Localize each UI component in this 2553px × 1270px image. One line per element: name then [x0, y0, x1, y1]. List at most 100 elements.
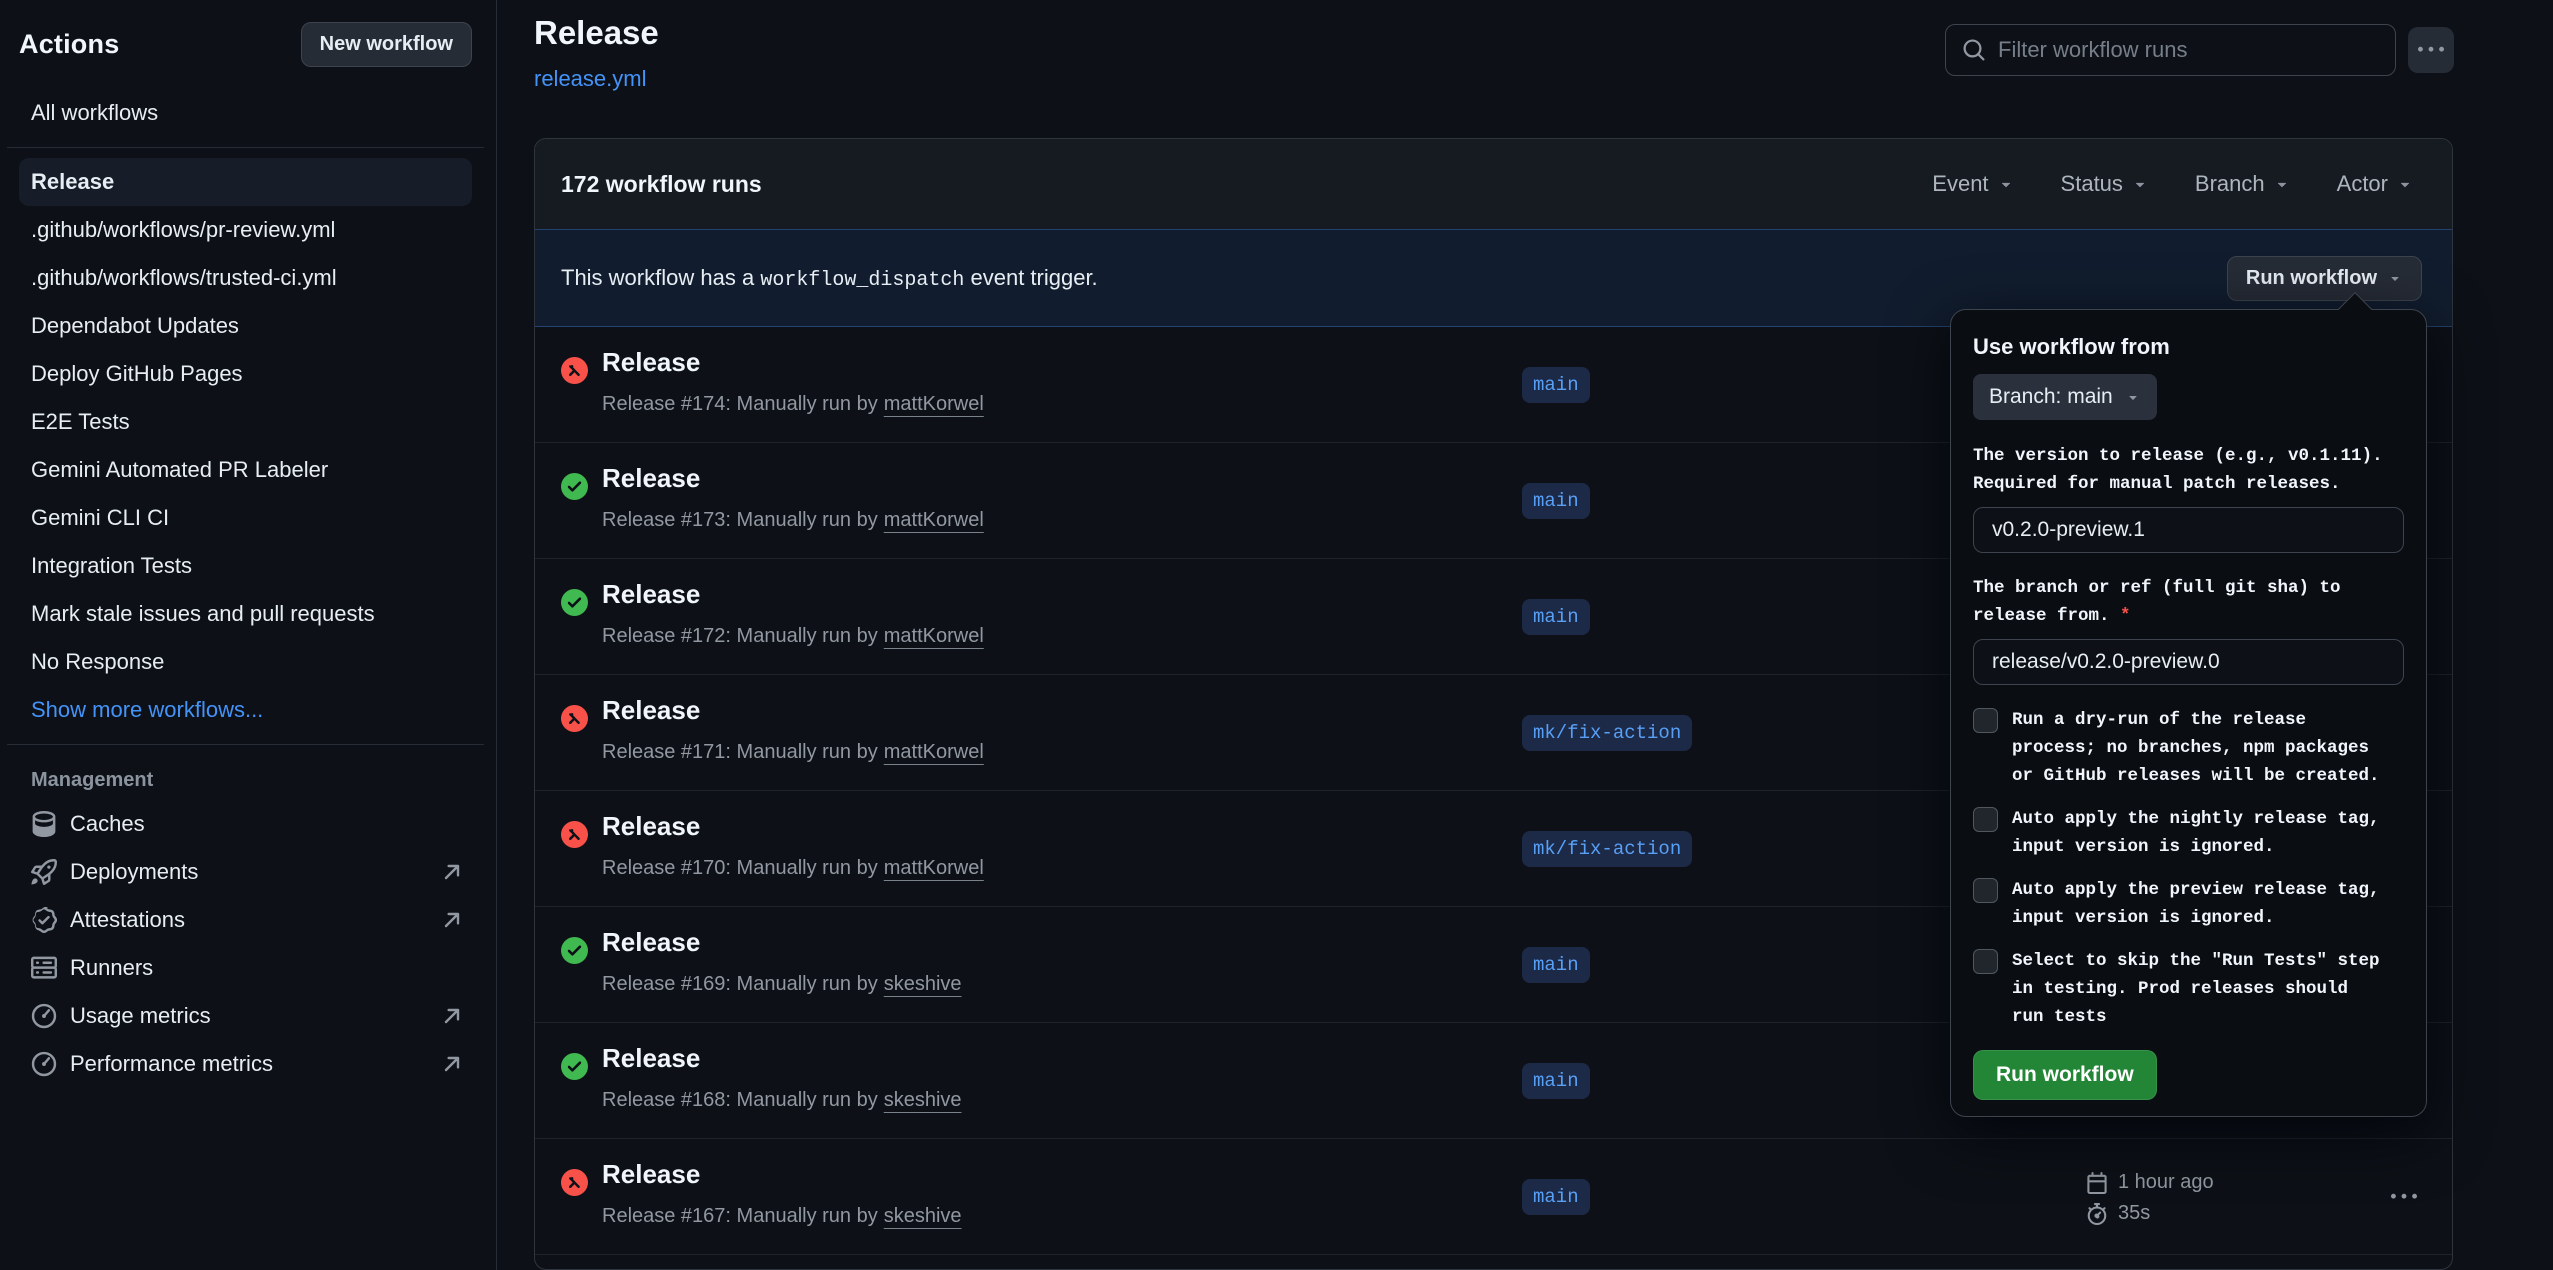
branch-badge[interactable]: main [1522, 367, 1590, 403]
sidebar-item-no-response[interactable]: No Response [19, 638, 472, 686]
run-description: Release #169: Manually run byskeshive [602, 973, 962, 996]
filter-workflow-runs-input[interactable] [1998, 37, 2379, 63]
run-description: Release #167: Manually run byskeshive [602, 1205, 962, 1228]
sidebar-title: Actions [19, 29, 119, 60]
run-description: Release #173: Manually run bymattKorwel [602, 509, 984, 532]
sidebar-item-pr-review[interactable]: .github/workflows/pr-review.yml [19, 206, 472, 254]
actor-link[interactable]: mattKorwel [884, 857, 984, 879]
sidebar-item-release[interactable]: Release [19, 158, 472, 206]
run-title-link[interactable]: Release [602, 695, 700, 726]
run-workflow-submit-button[interactable]: Run workflow [1973, 1050, 2157, 1100]
run-description: Release #171: Manually run bymattKorwel [602, 741, 984, 764]
branch-badge[interactable]: mk/fix-action [1522, 715, 1692, 751]
branch-badge[interactable]: main [1522, 1063, 1590, 1099]
external-link-icon [440, 860, 464, 884]
sidebar-item-gemini-cli-ci[interactable]: Gemini CLI CI [19, 494, 472, 542]
event-filter[interactable]: Event [1932, 171, 2014, 197]
actor-link[interactable]: skeshive [884, 1205, 962, 1227]
rocket-icon [31, 859, 57, 885]
run-workflow-dropdown-button[interactable]: Run workflow [2227, 256, 2422, 301]
run-title-link[interactable]: Release [602, 579, 700, 610]
runs-list-header: 172 workflow runs Event Status Branch Ac… [535, 139, 2452, 229]
branch-filter[interactable]: Branch [2195, 171, 2291, 197]
sidebar-item-gemini-pr-labeler[interactable]: Gemini Automated PR Labeler [19, 446, 472, 494]
verified-icon [31, 907, 57, 933]
actor-link[interactable]: mattKorwel [884, 393, 984, 415]
workflow-options-button[interactable] [2408, 27, 2454, 73]
actor-filter[interactable]: Actor [2337, 171, 2414, 197]
sidebar-item-attestations[interactable]: Attestations [19, 896, 472, 944]
dry-run-checkbox[interactable] [1973, 708, 1998, 733]
run-title-link[interactable]: Release [602, 463, 700, 494]
preview-tag-checkbox[interactable] [1973, 878, 1998, 903]
new-workflow-button[interactable]: New workflow [301, 22, 472, 67]
checkbox-label: Run a dry-run of the release process; no… [2012, 706, 2404, 790]
sidebar-item-performance-metrics[interactable]: Performance metrics [19, 1040, 472, 1088]
sidebar-item-mark-stale[interactable]: Mark stale issues and pull requests [19, 590, 472, 638]
run-title-link[interactable]: Release [602, 811, 700, 842]
actor-link[interactable]: mattKorwel [884, 625, 984, 647]
meter-icon [31, 1003, 57, 1029]
checkbox-label: Auto apply the nightly release tag, inpu… [2012, 805, 2404, 861]
run-title-link[interactable]: Release [602, 1043, 700, 1074]
run-title-link[interactable]: Release [602, 1159, 700, 1190]
nightly-tag-checkbox-row[interactable]: Auto apply the nightly release tag, inpu… [1973, 805, 2404, 861]
search-icon [1962, 38, 1986, 62]
run-title-link[interactable]: Release [602, 927, 700, 958]
branch-badge[interactable]: main [1522, 599, 1590, 635]
branch-selector-button[interactable]: Branch: main [1973, 374, 2157, 420]
branch-badge[interactable]: mk/fix-action [1522, 831, 1692, 867]
actor-link[interactable]: skeshive [884, 1089, 962, 1111]
actor-link[interactable]: mattKorwel [884, 741, 984, 763]
sidebar-item-caches[interactable]: Caches [19, 800, 472, 848]
nightly-tag-checkbox[interactable] [1973, 807, 1998, 832]
kebab-horizontal-icon [2418, 37, 2444, 63]
x-circle-fill-icon [561, 705, 588, 732]
filter-workflow-runs-box[interactable] [1945, 24, 2396, 76]
actor-link[interactable]: mattKorwel [884, 509, 984, 531]
x-circle-fill-icon [561, 1169, 588, 1196]
branch-badge[interactable]: main [1522, 483, 1590, 519]
sidebar-item-runners[interactable]: Runners [19, 944, 472, 992]
check-circle-fill-icon [561, 473, 588, 500]
run-description: Release #168: Manually run byskeshive [602, 1089, 962, 1112]
sidebar-item-all-workflows[interactable]: All workflows [19, 89, 472, 137]
sidebar-item-dependabot-updates[interactable]: Dependabot Updates [19, 302, 472, 350]
actor-link[interactable]: skeshive [884, 973, 962, 995]
external-link-icon [440, 1004, 464, 1028]
version-input[interactable] [1973, 507, 2404, 553]
run-title-link[interactable]: Release [602, 347, 700, 378]
actions-sidebar: Actions New workflow All workflows Relea… [0, 0, 497, 1270]
sidebar-item-e2e-tests[interactable]: E2E Tests [19, 398, 472, 446]
triangle-down-icon [2396, 175, 2414, 193]
preview-tag-checkbox-row[interactable]: Auto apply the preview release tag, inpu… [1973, 876, 2404, 932]
external-link-icon [440, 908, 464, 932]
branch-badge[interactable]: main [1522, 947, 1590, 983]
skip-tests-checkbox[interactable] [1973, 949, 1998, 974]
sidebar-item-deployments[interactable]: Deployments [19, 848, 472, 896]
sidebar-item-integration-tests[interactable]: Integration Tests [19, 542, 472, 590]
required-asterisk: * [2120, 606, 2131, 626]
check-circle-fill-icon [561, 937, 588, 964]
skip-tests-checkbox-row[interactable]: Select to skip the "Run Tests" step in t… [1973, 947, 2404, 1031]
run-options-button[interactable] [2382, 1175, 2426, 1219]
checkbox-label: Select to skip the "Run Tests" step in t… [2012, 947, 2404, 1031]
sidebar-item-trusted-ci[interactable]: .github/workflows/trusted-ci.yml [19, 254, 472, 302]
page-title: Release [534, 14, 659, 52]
show-more-workflows-link[interactable]: Show more workflows... [19, 686, 472, 734]
dry-run-checkbox-row[interactable]: Run a dry-run of the release process; no… [1973, 706, 2404, 790]
triangle-down-icon [2273, 175, 2291, 193]
sidebar-item-deploy-github-pages[interactable]: Deploy GitHub Pages [19, 350, 472, 398]
x-circle-fill-icon [561, 821, 588, 848]
status-filter[interactable]: Status [2061, 171, 2149, 197]
workflow-run-row[interactable]: Release Release #167: Manually run byske… [535, 1139, 2452, 1255]
triangle-down-icon [2125, 389, 2141, 405]
sidebar-item-usage-metrics[interactable]: Usage metrics [19, 992, 472, 1040]
meter-icon [31, 1051, 57, 1077]
checkbox-label: Auto apply the preview release tag, inpu… [2012, 876, 2404, 932]
ref-input[interactable] [1973, 639, 2404, 685]
branch-badge[interactable]: main [1522, 1179, 1590, 1215]
workflow-file-link[interactable]: release.yml [534, 66, 646, 92]
run-duration: 35s [2118, 1202, 2150, 1225]
run-time: 1 hour ago [2118, 1171, 2214, 1194]
